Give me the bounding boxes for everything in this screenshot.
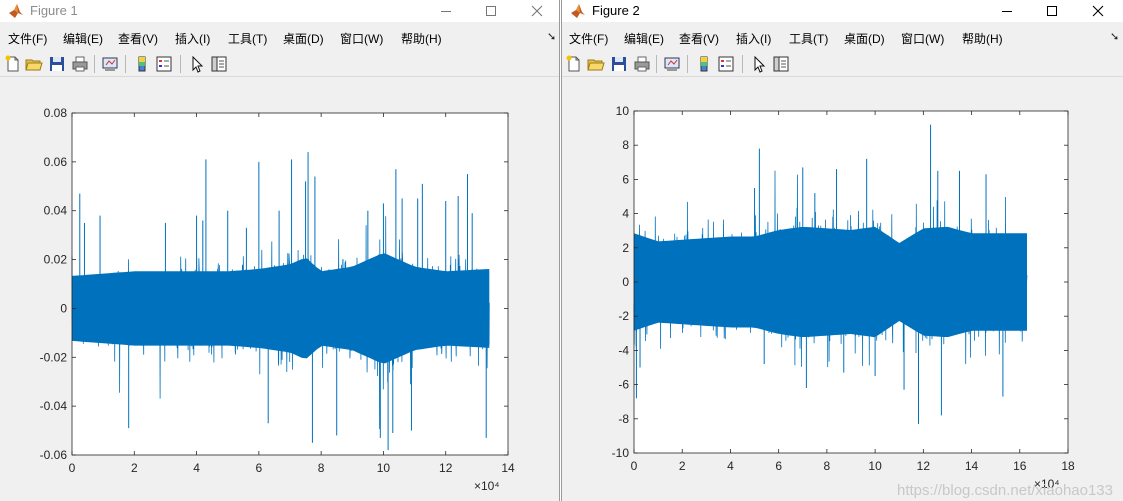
fig1-ytick-label: -0.02 — [40, 350, 68, 364]
fig1-ytick-label: 0.08 — [44, 106, 68, 120]
fig2-ytick-label: 0 — [622, 275, 629, 289]
fig2-ytick-label: 4 — [622, 207, 629, 221]
fig2-ytick-label: -8 — [618, 412, 629, 426]
fig2-signal-band — [634, 226, 1027, 338]
fig2-ytick-label: -2 — [618, 309, 629, 323]
fig1-ytick-label: 0.06 — [44, 155, 68, 169]
fig2-xtick-label: 8 — [824, 459, 831, 473]
fig1-xtick-label: 0 — [69, 461, 76, 475]
fig1-xtick-label: 8 — [318, 461, 325, 475]
fig1-x-exponent: ×10⁴ — [474, 479, 500, 493]
fig1-xtick-label: 12 — [439, 461, 453, 475]
fig1-xtick-label: 4 — [193, 461, 200, 475]
fig2-xtick-label: 12 — [917, 459, 931, 473]
figure-1-axes[interactable]: 0 2 4 6 8 10 12 14×10⁴ -0.06 -0.04 -0.02 0 0.02 0.04 0… — [0, 0, 560, 501]
fig2-ytick-label: 10 — [616, 104, 630, 118]
fig2-ytick-label: -10 — [612, 446, 630, 460]
figure-2-axes[interactable]: 0 2 4 6 8 10 12 14 16 18×10⁴-10-8-6-4-20246810 — [562, 0, 1123, 501]
fig1-xtick-label: 2 — [131, 461, 138, 475]
fig2-ytick-label: -4 — [618, 343, 629, 357]
fig1-ytick-label: -0.04 — [40, 399, 68, 413]
fig2-xtick-label: 18 — [1061, 459, 1075, 473]
fig2-ytick-label: -6 — [618, 378, 629, 392]
fig1-ytick-label: 0 — [60, 301, 67, 315]
fig2-xtick-label: 10 — [868, 459, 882, 473]
figure-1-window[interactable]: Figure 1 文件(F) 编辑(E) 查看(V) 插入(I) 工具(T) 桌… — [0, 0, 560, 501]
fig2-xtick-label: 2 — [679, 459, 686, 473]
fig2-xtick-label: 14 — [965, 459, 979, 473]
fig2-ytick-label: 8 — [622, 138, 629, 152]
fig2-ytick-label: 2 — [622, 241, 629, 255]
figure-2-window[interactable]: Figure 2 文件(F) 编辑(E) 查看(V) 插入(I) 工具(T) 桌… — [561, 0, 1123, 501]
fig1-ytick-label: 0.04 — [44, 204, 68, 218]
fig1-ytick-label: 0.02 — [44, 253, 68, 267]
fig2-xtick-label: 16 — [1013, 459, 1027, 473]
fig1-xtick-label: 14 — [501, 461, 515, 475]
fig2-xtick-label: 6 — [775, 459, 782, 473]
fig2-ytick-label: 6 — [622, 172, 629, 186]
fig1-xtick-label: 10 — [377, 461, 391, 475]
fig2-xtick-label: 4 — [727, 459, 734, 473]
fig1-ytick-label: -0.06 — [40, 448, 68, 462]
watermark: https://blog.csdn.net/xiaohao133 — [897, 482, 1113, 499]
fig2-xtick-label: 0 — [631, 459, 638, 473]
fig1-xtick-label: 6 — [256, 461, 263, 475]
